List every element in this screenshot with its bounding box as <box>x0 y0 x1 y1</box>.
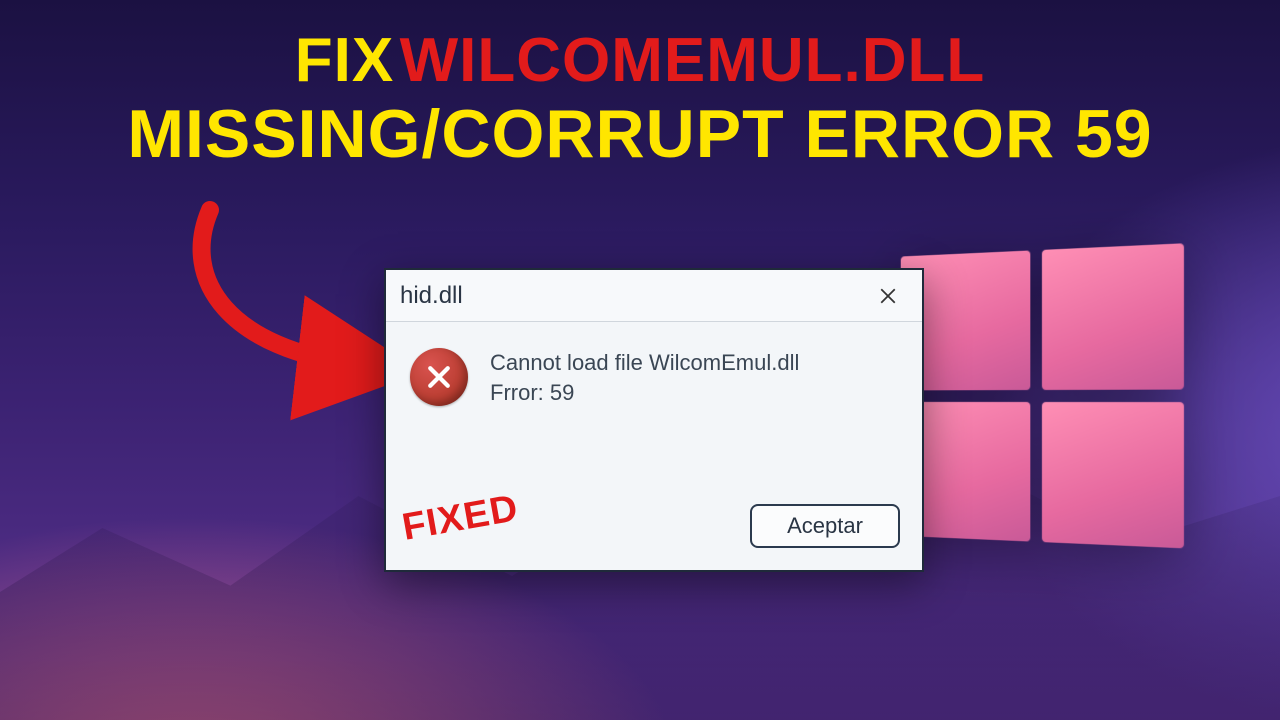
thumbnail-stage: FIX WILCOMEMUL.DLL MISSING/CORRUPT ERROR… <box>0 0 1280 720</box>
arrow-icon <box>170 190 410 430</box>
error-icon <box>410 348 468 406</box>
windows-logo <box>901 243 1193 557</box>
dialog-body: Cannot load file WilcomEmul.dll Frror: 5… <box>386 322 922 417</box>
error-message-line1: Cannot load file WilcomEmul.dll <box>490 350 799 375</box>
dialog-title: hid.dll <box>400 282 868 310</box>
close-button[interactable] <box>868 276 908 316</box>
headline-dll: WILCOMEMUL.DLL <box>400 26 986 95</box>
dialog-footer: Aceptar <box>750 504 900 548</box>
error-message-line2: Frror: 59 <box>490 378 799 408</box>
close-icon <box>879 287 897 305</box>
headline-fix: FIX <box>295 26 394 95</box>
error-dialog: hid.dll Cannot load file WilcomEmul.dll … <box>384 268 924 572</box>
headline: FIX WILCOMEMUL.DLL MISSING/CORRUPT ERROR… <box>0 28 1280 170</box>
fixed-stamp: FIXED <box>399 487 522 550</box>
error-message: Cannot load file WilcomEmul.dll Frror: 5… <box>490 348 799 407</box>
dialog-titlebar: hid.dll <box>386 270 922 322</box>
accept-button[interactable]: Aceptar <box>750 504 900 548</box>
headline-sub: MISSING/CORRUPT ERROR 59 <box>0 99 1280 170</box>
